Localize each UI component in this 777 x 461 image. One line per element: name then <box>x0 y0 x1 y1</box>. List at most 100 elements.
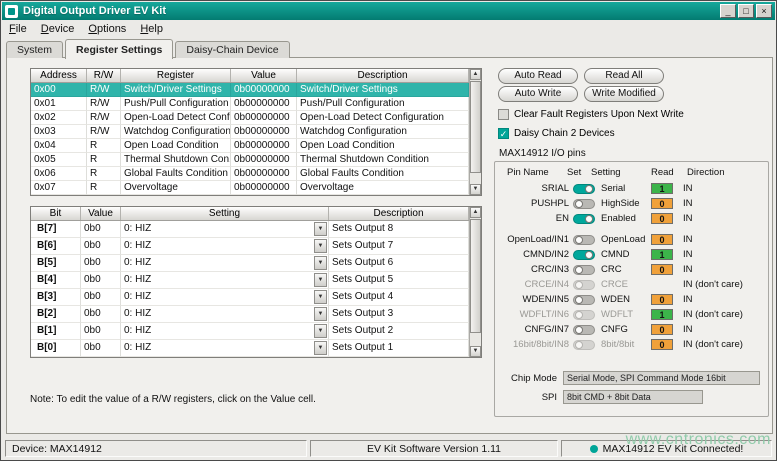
dropdown-arrow-icon[interactable]: ▼ <box>314 239 327 253</box>
toggle-knob <box>575 266 583 274</box>
menu-bar: FileDeviceOptionsHelp <box>2 20 775 37</box>
toggle-knob <box>575 281 583 289</box>
pin-toggle-switch[interactable] <box>573 214 595 224</box>
scroll-down-icon[interactable]: ▼ <box>470 346 481 357</box>
register-table-header: AddressR/WRegisterValueDescription <box>31 69 469 83</box>
dropdown-arrow-icon[interactable]: ▼ <box>314 307 327 321</box>
dropdown-arrow-icon[interactable]: ▼ <box>314 324 327 338</box>
dropdown-arrow-icon[interactable]: ▼ <box>314 290 327 304</box>
chip-mode-label: Chip Mode <box>495 373 557 384</box>
scroll-up-icon[interactable]: ▲ <box>470 207 481 218</box>
checkbox-box[interactable] <box>498 128 509 139</box>
bit-setting-dropdown[interactable]: 0: HIZ▼ <box>121 238 329 255</box>
bit-setting-dropdown[interactable]: 0: HIZ▼ <box>121 221 329 238</box>
write-modified-button[interactable]: Write Modified <box>584 86 664 102</box>
checkbox-clear-fault-registers-upon-next-write[interactable]: Clear Fault Registers Upon Next Write <box>498 108 684 121</box>
menu-options[interactable]: Options <box>81 21 133 37</box>
register-row-0x06[interactable]: 0x06RGlobal Faults Condition0b00000000Gl… <box>31 167 469 181</box>
pin-direction-label: IN <box>683 294 693 305</box>
pin-toggle-switch[interactable] <box>573 250 595 260</box>
bit-setting-dropdown[interactable]: 0: HIZ▼ <box>121 323 329 340</box>
pin-toggle-switch[interactable] <box>573 325 595 335</box>
checkbox-daisy-chain-2-devices[interactable]: Daisy Chain 2 Devices <box>498 127 684 140</box>
bit-setting-dropdown[interactable]: 0: HIZ▼ <box>121 272 329 289</box>
auto-write-button[interactable]: Auto Write <box>498 86 578 102</box>
pin-direction-label: IN (don't care) <box>683 309 743 320</box>
bit-table-scrollbar[interactable]: ▲ ▼ <box>469 207 481 357</box>
scroll-up-icon[interactable]: ▲ <box>470 69 481 80</box>
register-row-0x03[interactable]: 0x03R/WWatchdog Configuration0b00000000W… <box>31 125 469 139</box>
tab-register-settings[interactable]: Register Settings <box>65 39 173 59</box>
tab-system[interactable]: System <box>6 41 63 58</box>
bit-value-cell: 0b0 <box>81 323 121 340</box>
register-value-cell: 0b00000000 <box>231 181 297 195</box>
pin-setting-label: WDFLT <box>601 309 649 320</box>
io-pins-title: MAX14912 I/O pins <box>499 148 586 159</box>
scrollbar-thumb[interactable] <box>470 219 481 333</box>
checkbox-area: Clear Fault Registers Upon Next Write Dai… <box>498 108 684 146</box>
pin-name-label: CMND/IN2 <box>503 249 569 260</box>
register-row-0x00[interactable]: 0x00R/WSwitch/Driver Settings0b00000000S… <box>31 83 469 97</box>
register-row-0x01[interactable]: 0x01R/WPush/Pull Configuration0b00000000… <box>31 97 469 111</box>
register-rw-cell: R <box>87 139 121 153</box>
spi-row: SPI 8bit CMD + 8bit Data <box>495 390 703 404</box>
register-value-cell[interactable]: 0b00000000 <box>231 97 297 111</box>
register-row-0x07[interactable]: 0x07ROvervoltage0b00000000Overvoltage <box>31 181 469 195</box>
auto-read-button[interactable]: Auto Read <box>498 68 578 84</box>
register-value-cell[interactable]: 0b00000000 <box>231 83 297 97</box>
pin-toggle-switch[interactable] <box>573 235 595 245</box>
dropdown-arrow-icon[interactable]: ▼ <box>314 341 327 355</box>
pin-toggle-switch[interactable] <box>573 265 595 275</box>
register-value-cell[interactable]: 0b00000000 <box>231 111 297 125</box>
pin-toggle-switch[interactable] <box>573 280 595 290</box>
dropdown-arrow-icon[interactable]: ▼ <box>314 256 327 270</box>
bit-setting-dropdown[interactable]: 0: HIZ ▼ <box>121 255 329 272</box>
register-table-scrollbar[interactable]: ▲ ▼ <box>469 69 481 195</box>
pin-toggle-switch[interactable] <box>573 295 595 305</box>
register-address-cell: 0x03 <box>31 125 87 139</box>
checkbox-label: Daisy Chain 2 Devices <box>514 128 615 139</box>
register-row-0x04[interactable]: 0x04ROpen Load Condition0b00000000Open L… <box>31 139 469 153</box>
scrollbar-thumb[interactable] <box>470 81 481 173</box>
register-col-address: Address <box>31 69 87 82</box>
register-rw-cell: R/W <box>87 125 121 139</box>
bit-name-cell: B[2] <box>31 306 81 323</box>
menu-help[interactable]: Help <box>133 21 170 37</box>
register-row-0x02[interactable]: 0x02R/WOpen-Load Detect Confi...0b000000… <box>31 111 469 125</box>
bit-setting-dropdown[interactable]: 0: HIZ▼ <box>121 306 329 323</box>
register-name-cell: Switch/Driver Settings <box>121 83 231 97</box>
tab-bar: SystemRegister SettingsDaisy-Chain Devic… <box>6 38 292 58</box>
title-bar[interactable]: Digital Output Driver EV Kit _ □ × <box>2 2 775 20</box>
toggle-knob <box>575 326 583 334</box>
pin-toggle-switch[interactable] <box>573 184 595 194</box>
maximize-icon[interactable]: □ <box>738 4 754 18</box>
scroll-down-icon[interactable]: ▼ <box>470 184 481 195</box>
dropdown-arrow-icon[interactable]: ▼ <box>314 273 327 287</box>
watermark-text: www.cntronics.com <box>626 431 771 449</box>
bit-setting-dropdown[interactable]: 0: HIZ▼ <box>121 340 329 357</box>
chip-mode-row: Chip Mode Serial Mode, SPI Command Mode … <box>495 371 760 385</box>
menu-device[interactable]: Device <box>34 21 82 37</box>
pin-toggle-switch[interactable] <box>573 340 595 350</box>
bit-setting-value: 0: HIZ <box>124 257 151 268</box>
spi-label: SPI <box>495 392 557 403</box>
read-all-button[interactable]: Read All <box>584 68 664 84</box>
register-address-cell: 0x00 <box>31 83 87 97</box>
main-panel: AddressR/WRegisterValueDescription 0x00R… <box>6 57 773 434</box>
pin-name-label: CRCE/IN4 <box>503 279 569 290</box>
register-row-0x05[interactable]: 0x05RThermal Shutdown Con...0b00000000Th… <box>31 153 469 167</box>
minimize-icon[interactable]: _ <box>720 4 736 18</box>
toggle-knob <box>575 200 583 208</box>
register-value-cell[interactable]: 0b00000000 <box>231 125 297 139</box>
menu-file[interactable]: File <box>2 21 34 37</box>
dropdown-arrow-icon[interactable]: ▼ <box>314 222 327 236</box>
pin-toggle-switch[interactable] <box>573 310 595 320</box>
register-rw-cell: R/W <box>87 83 121 97</box>
checkbox-box[interactable] <box>498 109 509 120</box>
close-icon[interactable]: × <box>756 4 772 18</box>
pin-toggle-switch[interactable] <box>573 199 595 209</box>
bit-setting-dropdown[interactable]: 0: HIZ▼ <box>121 289 329 306</box>
tab-daisy-chain-device[interactable]: Daisy-Chain Device <box>175 41 289 58</box>
io-pin-row-srial: SRIALSerial1IN <box>503 181 768 196</box>
register-address-cell: 0x01 <box>31 97 87 111</box>
